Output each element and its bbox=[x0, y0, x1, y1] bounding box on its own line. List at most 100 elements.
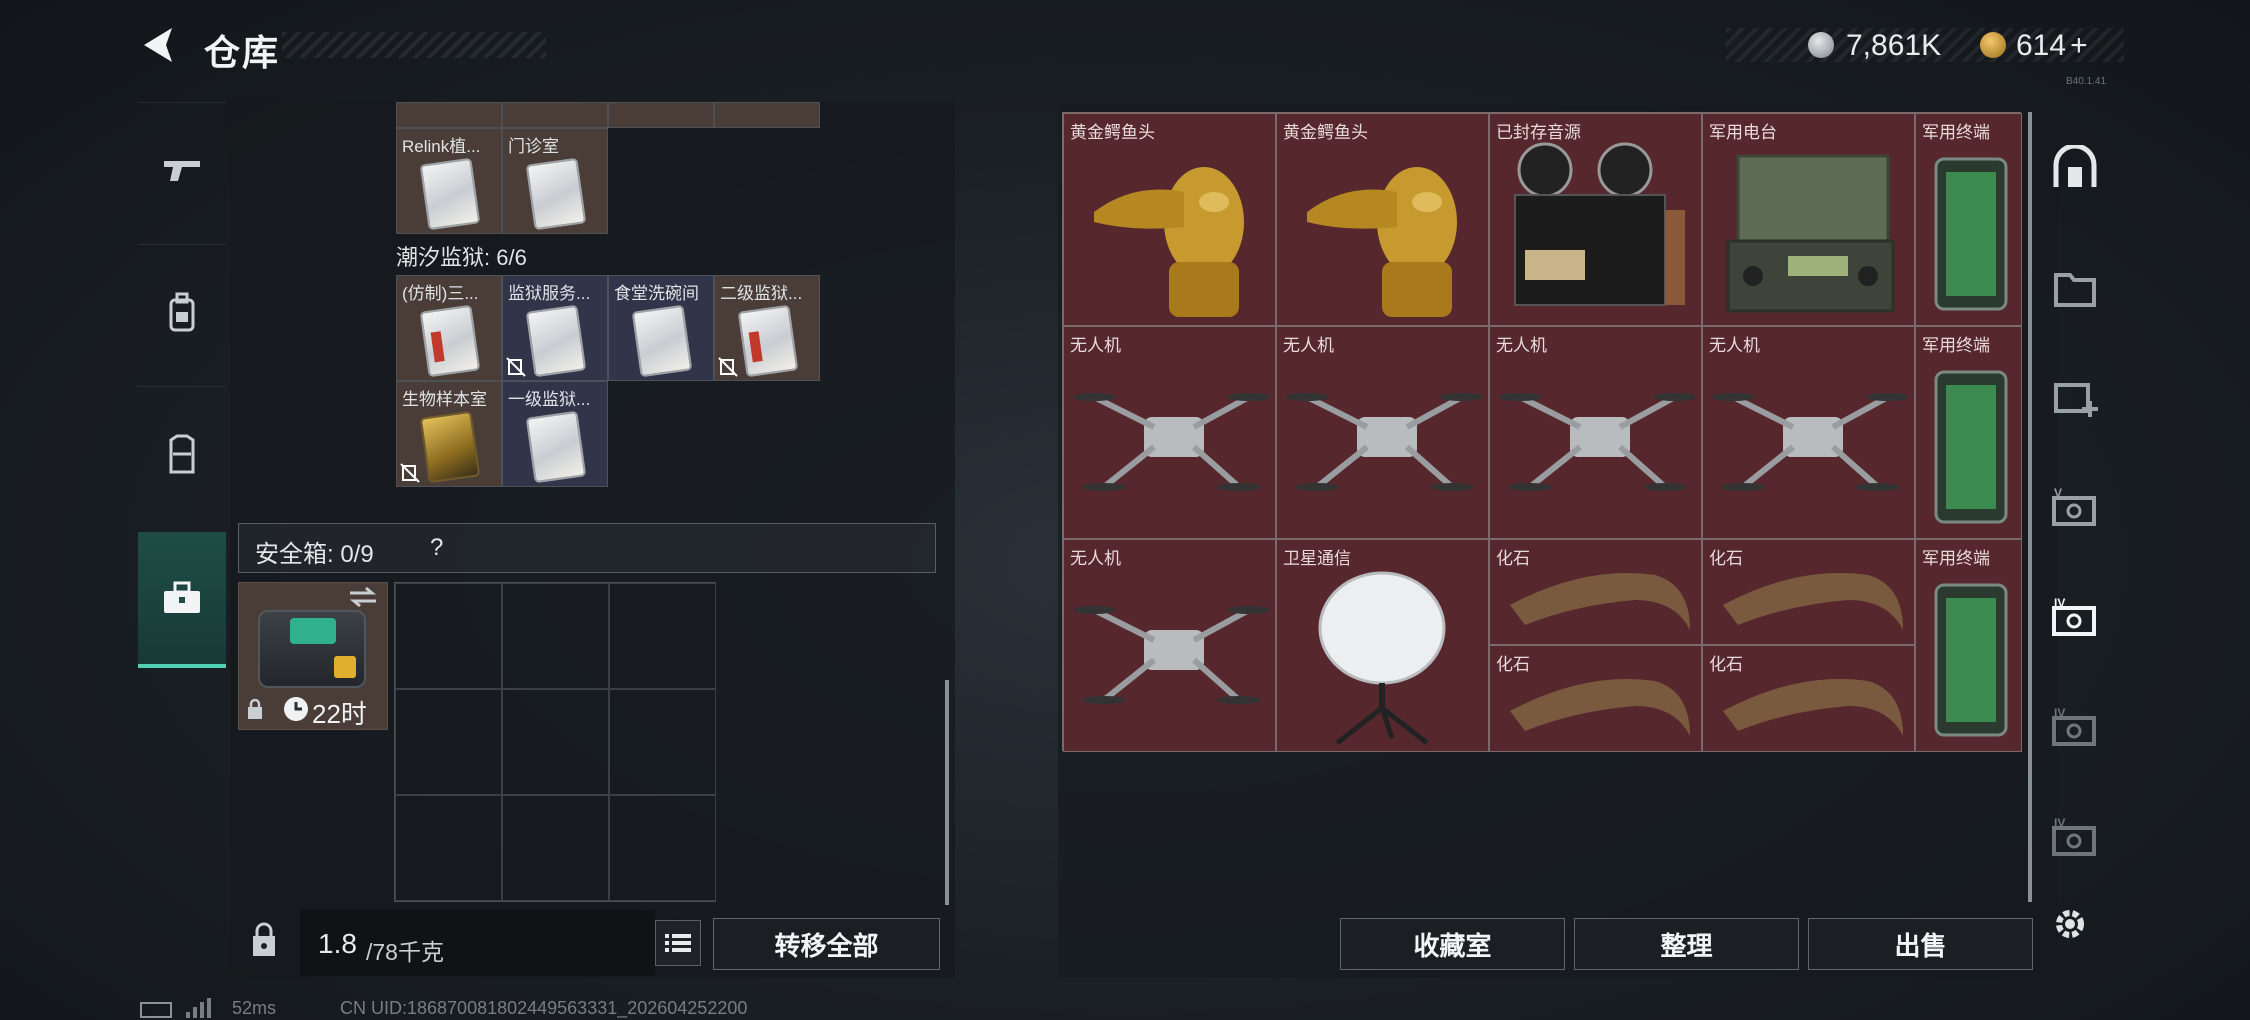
keycard-slot[interactable]: 监狱服务... bbox=[502, 275, 608, 381]
item-drone[interactable]: 无人机 bbox=[1702, 326, 1915, 539]
tab-tier4-cards[interactable]: IV bbox=[2040, 688, 2110, 768]
keycard-label: 一级监狱... bbox=[508, 390, 591, 409]
item-sealed-audio-source[interactable]: 已封存音源 bbox=[1489, 113, 1702, 326]
battery-icon bbox=[140, 1002, 172, 1018]
item-label: 无人机 bbox=[1070, 336, 1121, 355]
tab-cases[interactable] bbox=[138, 532, 226, 668]
safe-slot[interactable] bbox=[395, 583, 502, 689]
tab-gear[interactable] bbox=[138, 244, 226, 380]
keycard-slot[interactable]: 生物样本室 bbox=[396, 381, 502, 487]
items-scrollbar[interactable] bbox=[2028, 112, 2032, 902]
keycard-image bbox=[419, 304, 481, 378]
keycard-image bbox=[525, 410, 587, 484]
item-satellite-comm[interactable]: 卫星通信 bbox=[1276, 539, 1489, 752]
item-label: 无人机 bbox=[1496, 336, 1547, 355]
tab-armor[interactable] bbox=[138, 386, 226, 522]
item-grid: 黄金鳄鱼头 黄金鳄鱼头 已封存音源 军用电台 军用终端 无人机 无人机 无人机 … bbox=[1062, 112, 2022, 752]
keycard-label: 门诊室 bbox=[508, 137, 559, 156]
tab-tier4-cards[interactable]: IV bbox=[2040, 798, 2110, 878]
page-title: 仓库 bbox=[204, 32, 281, 73]
gold-balance-value: 614 bbox=[2016, 29, 2067, 62]
keycard-slot[interactable] bbox=[502, 102, 608, 128]
keycard-slot[interactable]: 食堂洗碗间 bbox=[608, 275, 714, 381]
settings-gear-icon[interactable] bbox=[2050, 904, 2090, 944]
category-tabs bbox=[138, 102, 226, 672]
storage-scrollbar[interactable] bbox=[945, 680, 949, 905]
keycard-slot[interactable]: 门诊室 bbox=[502, 128, 608, 234]
tier4-card-icon: IV bbox=[2052, 706, 2096, 746]
safe-slot[interactable] bbox=[395, 795, 502, 901]
keycard-slot[interactable]: 一级监狱... bbox=[502, 381, 608, 487]
safe-slot[interactable] bbox=[609, 583, 716, 689]
item-fossil[interactable]: 化石 bbox=[1489, 645, 1702, 752]
swap-icon[interactable] bbox=[348, 586, 378, 608]
item-gold-croc-head[interactable]: 黄金鳄鱼头 bbox=[1063, 113, 1276, 326]
keycard-slot[interactable]: Relink植... bbox=[396, 128, 502, 234]
tab-weapons[interactable] bbox=[138, 102, 226, 238]
keycard-slot[interactable]: 二级监狱... bbox=[714, 275, 820, 381]
safe-slot[interactable] bbox=[502, 795, 609, 901]
weight-capacity: /78千克 bbox=[366, 939, 444, 965]
add-gold-button[interactable]: + bbox=[2070, 29, 2088, 62]
item-label: 军用终端 bbox=[1922, 549, 1990, 568]
gold-croc-head-image bbox=[1094, 167, 1244, 317]
safe-slot[interactable] bbox=[502, 583, 609, 689]
tab-medical[interactable] bbox=[2040, 358, 2110, 438]
tab-vault[interactable] bbox=[2040, 128, 2110, 208]
help-button[interactable]: ? bbox=[430, 534, 443, 562]
version-label: B40.1.41 bbox=[2066, 76, 2107, 87]
item-drone[interactable]: 无人机 bbox=[1276, 326, 1489, 539]
item-military-terminal[interactable]: 军用终端 bbox=[1915, 539, 2022, 752]
item-gold-croc-head[interactable]: 黄金鳄鱼头 bbox=[1276, 113, 1489, 326]
item-label: 无人机 bbox=[1709, 336, 1760, 355]
medkit-add-icon bbox=[2054, 383, 2098, 417]
item-drone[interactable]: 无人机 bbox=[1063, 326, 1276, 539]
item-drone[interactable]: 无人机 bbox=[1489, 326, 1702, 539]
no-insure-icon bbox=[506, 357, 526, 377]
tab-tier4-cards[interactable]: IV bbox=[2040, 578, 2110, 658]
keycard-image bbox=[737, 304, 799, 378]
back-arrow-icon[interactable] bbox=[138, 24, 180, 66]
safe-slot[interactable] bbox=[502, 689, 609, 795]
keycard-label: 生物样本室 bbox=[402, 390, 487, 409]
keycard-slot[interactable] bbox=[396, 102, 502, 128]
item-label: 黄金鳄鱼头 bbox=[1070, 123, 1155, 142]
sell-button[interactable]: 出售 bbox=[1808, 918, 2033, 970]
safe-slot[interactable] bbox=[395, 689, 502, 795]
safe-slot[interactable] bbox=[609, 795, 716, 901]
item-drone[interactable]: 无人机 bbox=[1063, 539, 1276, 752]
keycard-label: 二级监狱... bbox=[720, 284, 803, 303]
keycard-image bbox=[419, 410, 481, 484]
svg-text:IV: IV bbox=[2054, 706, 2065, 720]
tab-tier5-cards[interactable]: V bbox=[2040, 468, 2110, 548]
transfer-all-button[interactable]: 转移全部 bbox=[713, 918, 940, 970]
keycard-slot[interactable]: (仿制)三... bbox=[396, 275, 502, 381]
item-fossil[interactable]: 化石 bbox=[1702, 539, 1915, 645]
tab-folder[interactable] bbox=[2040, 248, 2110, 328]
keycard-slot[interactable] bbox=[714, 102, 820, 128]
safe-box-grid bbox=[394, 582, 716, 902]
tier4-card-icon: IV bbox=[2052, 596, 2096, 636]
weight-lock-icon[interactable] bbox=[250, 922, 278, 958]
gold-croc-head-image bbox=[1307, 167, 1457, 317]
item-label: 军用终端 bbox=[1922, 336, 1990, 355]
drone-image bbox=[1074, 606, 1269, 704]
filter-tabs: V IV IV IV bbox=[2040, 108, 2110, 978]
safe-slot[interactable] bbox=[609, 689, 716, 795]
item-military-terminal[interactable]: 军用终端 bbox=[1915, 326, 2022, 539]
item-fossil[interactable]: 化石 bbox=[1489, 539, 1702, 645]
item-military-radio[interactable]: 军用电台 bbox=[1702, 113, 1915, 326]
sort-button[interactable]: 整理 bbox=[1574, 918, 1799, 970]
collection-room-button[interactable]: 收藏室 bbox=[1340, 918, 1565, 970]
keycard-slot[interactable] bbox=[608, 102, 714, 128]
silver-coin-icon bbox=[1808, 32, 1834, 58]
item-military-terminal[interactable]: 军用终端 bbox=[1915, 113, 2022, 326]
item-fossil[interactable]: 化石 bbox=[1702, 645, 1915, 752]
gold-balance[interactable]: 614 + bbox=[2016, 29, 2088, 63]
keycard-image bbox=[419, 157, 481, 231]
tier4-card-icon: IV bbox=[2052, 816, 2096, 856]
list-view-button[interactable] bbox=[655, 920, 701, 966]
drone-image bbox=[1074, 393, 1269, 491]
keycard-label: (仿制)三... bbox=[402, 284, 479, 303]
clock-icon bbox=[284, 697, 308, 721]
